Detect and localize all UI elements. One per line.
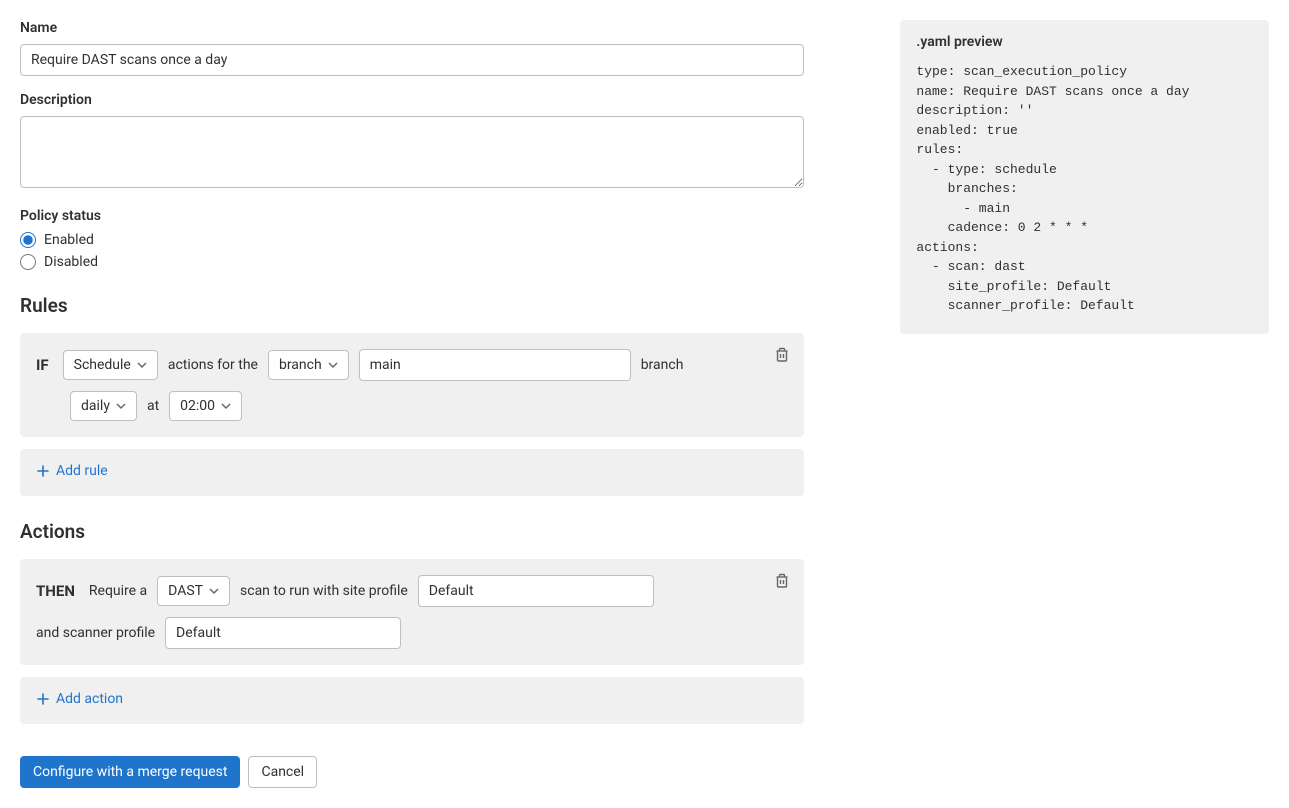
time-select[interactable]: 02:00 [169, 391, 242, 421]
delete-action-button[interactable] [770, 569, 794, 593]
chevron-down-icon [116, 401, 126, 411]
site-profile-input[interactable] [418, 575, 654, 607]
chevron-down-icon [221, 401, 231, 411]
add-action-card: Add action [20, 677, 804, 724]
branch-type-select-label: branch [279, 357, 322, 373]
enabled-radio-label[interactable]: Enabled [44, 232, 94, 248]
if-keyword: IF [36, 356, 49, 374]
cancel-button[interactable]: Cancel [248, 756, 317, 788]
action-card: THEN Require a DAST scan to run with sit… [20, 559, 804, 665]
add-rule-card: Add rule [20, 449, 804, 496]
actions-heading: Actions [20, 520, 804, 543]
add-rule-button[interactable]: Add rule [36, 463, 108, 479]
schedule-select[interactable]: Schedule [63, 350, 158, 380]
name-label: Name [20, 20, 804, 36]
delete-rule-button[interactable] [770, 343, 794, 367]
name-input[interactable] [20, 44, 804, 76]
chevron-down-icon [328, 360, 338, 370]
frequency-select-label: daily [81, 398, 110, 414]
time-select-label: 02:00 [180, 398, 215, 414]
then-keyword: THEN [36, 582, 75, 600]
disabled-radio-label[interactable]: Disabled [44, 254, 98, 270]
branch-text-after: branch [641, 357, 684, 373]
scan-to-run-text: scan to run with site profile [240, 583, 408, 599]
chevron-down-icon [209, 586, 219, 596]
add-action-label: Add action [56, 691, 123, 707]
disabled-radio[interactable] [20, 254, 36, 270]
branch-input[interactable] [359, 349, 631, 381]
require-a-text: Require a [89, 583, 147, 599]
yaml-preview-code: type: scan_execution_policy name: Requir… [916, 62, 1253, 316]
chevron-down-icon [137, 360, 147, 370]
plus-icon [36, 692, 50, 706]
schedule-select-label: Schedule [74, 357, 131, 373]
configure-merge-request-button[interactable]: Configure with a merge request [20, 756, 240, 788]
description-field-group: Description [20, 92, 804, 192]
trash-icon [774, 573, 790, 589]
and-scanner-profile-text: and scanner profile [36, 625, 155, 641]
name-field-group: Name [20, 20, 804, 76]
branch-type-select[interactable]: branch [268, 350, 349, 380]
scanner-profile-input[interactable] [165, 617, 401, 649]
rule-card: IF Schedule actions for the branch branc… [20, 333, 804, 437]
frequency-select[interactable]: daily [70, 391, 137, 421]
plus-icon [36, 464, 50, 478]
add-rule-label: Add rule [56, 463, 108, 479]
policy-status-group: Policy status Enabled Disabled [20, 208, 804, 270]
at-text: at [147, 398, 159, 414]
actions-for-the-text: actions for the [168, 357, 258, 373]
description-textarea[interactable] [20, 116, 804, 188]
enabled-radio[interactable] [20, 232, 36, 248]
trash-icon [774, 347, 790, 363]
scan-type-select[interactable]: DAST [157, 576, 230, 606]
add-action-button[interactable]: Add action [36, 691, 123, 707]
yaml-preview-title: .yaml preview [916, 34, 1253, 50]
scan-type-select-label: DAST [168, 583, 203, 599]
yaml-preview-card: .yaml preview type: scan_execution_polic… [900, 20, 1269, 334]
footer-buttons: Configure with a merge request Cancel [20, 756, 804, 788]
rules-heading: Rules [20, 294, 804, 317]
description-label: Description [20, 92, 804, 108]
policy-status-label: Policy status [20, 208, 804, 224]
